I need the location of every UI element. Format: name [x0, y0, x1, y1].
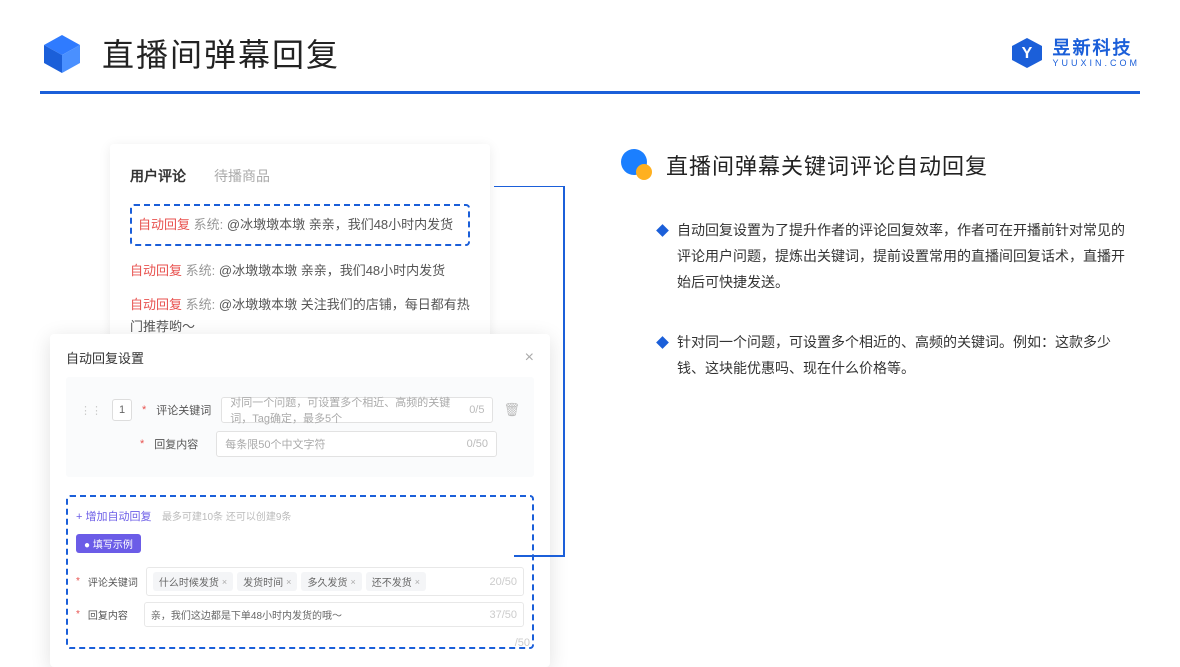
- tab-pending-goods[interactable]: 待播商品: [214, 166, 270, 186]
- cube-icon: [40, 31, 84, 75]
- section-title: 直播间弹幕关键词评论自动回复: [666, 149, 988, 181]
- keyword-tag[interactable]: 多久发货×: [301, 572, 361, 591]
- brand-icon: Y: [1010, 36, 1044, 70]
- brand-logo: Y 昱新科技 YUUXIN.COM: [1010, 36, 1140, 70]
- highlighted-comment: 自动回复 系统: @冰墩墩本墩 亲亲，我们48小时内发货: [130, 204, 470, 246]
- stray-counter: /50: [515, 637, 530, 649]
- example-content-input[interactable]: 亲，我们这边都是下单48小时内发货的哦～ 37/50: [144, 602, 524, 627]
- bullet-point: 针对同一个问题，可设置多个相近的、高频的关键词。例如：这款多少钱、这块能优惠吗、…: [620, 330, 1140, 382]
- page-title: 直播间弹幕回复: [102, 30, 340, 76]
- keyword-input[interactable]: 对同一个问题，可设置多个相近、高频的关键词，Tag确定，最多5个 0/5: [221, 397, 493, 423]
- connector-line: [494, 186, 574, 566]
- brand-name-en: YUUXIN.COM: [1052, 59, 1140, 68]
- svg-text:Y: Y: [1022, 45, 1033, 62]
- comment-text: @冰墩墩本墩 亲亲，我们48小时内发货: [227, 217, 453, 232]
- add-auto-reply-link[interactable]: + 增加自动回复: [76, 508, 151, 524]
- rule-index: 1: [112, 399, 132, 421]
- chat-bubble-icon: [620, 148, 654, 182]
- keyword-tag[interactable]: 还不发货×: [366, 572, 426, 591]
- diamond-bullet-icon: [656, 336, 669, 349]
- diamond-bullet-icon: [656, 224, 669, 237]
- auto-reply-settings-panel: 自动回复设置 × ⋮⋮ 1 * 评论关键词 对同一个问题，可设置多个相近、高频的…: [50, 334, 550, 667]
- comment-item: 自动回复 系统: @冰墩墩本墩 关注我们的店铺，每日都有热门推荐哟～: [130, 294, 470, 338]
- brand-name-cn: 昱新科技: [1052, 39, 1140, 57]
- content-input[interactable]: 每条限50个中文字符 0/50: [216, 431, 497, 457]
- bullet-point: 自动回复设置为了提升作者的评论回复效率，作者可在开播前针对常见的评论用户问题，提…: [620, 218, 1140, 296]
- drag-handle-icon[interactable]: ⋮⋮: [80, 404, 102, 417]
- example-badge: ● 填写示例: [76, 534, 141, 553]
- content-label: 回复内容: [154, 436, 206, 452]
- add-hint: 最多可建10条 还可以创建9条: [162, 512, 291, 523]
- example-keyword-input[interactable]: 什么时候发货×发货时间×多久发货×还不发货× 20/50: [146, 567, 524, 596]
- tab-user-comments[interactable]: 用户评论: [130, 166, 186, 186]
- system-label: 系统:: [194, 217, 224, 232]
- keyword-label: 评论关键词: [156, 402, 211, 418]
- screenshot-column: 用户评论 待播商品 自动回复 系统: @冰墩墩本墩 亲亲，我们48小时内发货 自…: [50, 144, 590, 415]
- settings-title: 自动回复设置: [66, 348, 144, 367]
- keyword-tag[interactable]: 什么时候发货×: [153, 572, 233, 591]
- example-section: + 增加自动回复 最多可建10条 还可以创建9条 ● 填写示例 * 评论关键词 …: [66, 495, 534, 649]
- auto-reply-badge: 自动回复: [138, 217, 190, 232]
- keyword-tag[interactable]: 发货时间×: [237, 572, 297, 591]
- description-column: 直播间弹幕关键词评论自动回复 自动回复设置为了提升作者的评论回复效率，作者可在开…: [620, 144, 1140, 415]
- comment-item: 自动回复 系统: @冰墩墩本墩 亲亲，我们48小时内发货: [130, 260, 470, 282]
- page-header: 直播间弹幕回复 Y 昱新科技 YUUXIN.COM: [0, 0, 1180, 91]
